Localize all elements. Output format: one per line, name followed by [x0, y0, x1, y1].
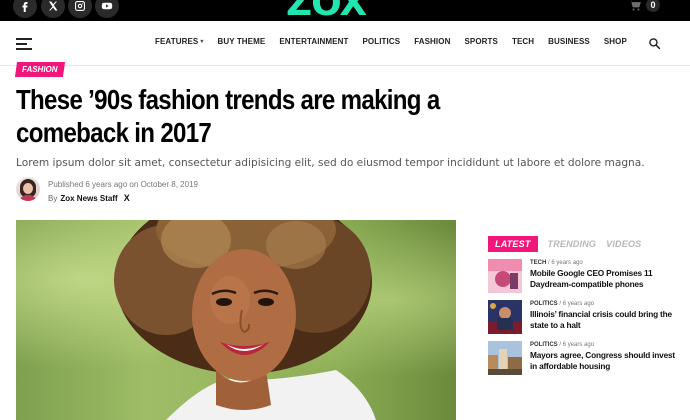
list-item[interactable]: POLITICS / 6 years ago Mayors agree, Con…	[488, 341, 678, 375]
post-meta: POLITICS / 6 years ago	[530, 301, 595, 307]
author-x-icon[interactable]: X	[124, 193, 130, 203]
nav-item-sports[interactable]: SPORTS	[464, 37, 498, 46]
post-thumbnail[interactable]	[488, 341, 522, 375]
site-logo[interactable]: ZOX	[286, 0, 367, 22]
nav-item-entertainment[interactable]: ENTERTAINMENT	[279, 37, 348, 46]
article-title: These ’90s fashion trends are making a c…	[16, 84, 440, 148]
sidebar-tabs: LATEST TRENDING VIDEOS	[488, 236, 641, 252]
facebook-icon[interactable]	[13, 0, 37, 18]
cart-icon[interactable]	[628, 0, 644, 14]
byline: By Zox News Staff X	[48, 193, 130, 203]
main-nav: FEATURES ▾ BUY THEME ENTERTAINMENT POLITI…	[0, 22, 690, 66]
category-badge[interactable]: FASHION	[14, 62, 65, 77]
featured-image	[16, 220, 456, 420]
top-bar: ZOX 0	[0, 0, 690, 22]
x-icon[interactable]	[41, 0, 65, 18]
tab-videos[interactable]: VIDEOS	[606, 239, 641, 249]
tab-trending[interactable]: TRENDING	[548, 239, 597, 249]
author-avatar[interactable]	[16, 177, 40, 201]
list-item[interactable]: TECH / 6 years ago Mobile Google CEO Pro…	[488, 259, 678, 293]
youtube-icon[interactable]	[95, 0, 119, 18]
nav-item-tech[interactable]: TECH	[512, 37, 534, 46]
nav-item-buy-theme[interactable]: BUY THEME	[217, 37, 265, 46]
post-meta: TECH / 6 years ago	[530, 260, 583, 266]
instagram-icon[interactable]	[68, 0, 92, 18]
menu-icon[interactable]	[16, 38, 32, 50]
post-title[interactable]: Mayors agree, Congress should invest in …	[530, 350, 680, 371]
nav-item-fashion[interactable]: FASHION	[414, 37, 450, 46]
nav-item-politics[interactable]: POLITICS	[362, 37, 400, 46]
post-title[interactable]: Illinois’ financial crisis could bring t…	[530, 309, 680, 330]
author-name[interactable]: Zox News Staff	[60, 194, 117, 203]
post-thumbnail[interactable]	[488, 300, 522, 334]
post-title[interactable]: Mobile Google CEO Promises 11 Daydream-c…	[530, 268, 680, 289]
published-date: October 8, 2019	[140, 180, 198, 189]
nav-item-features[interactable]: FEATURES ▾	[155, 37, 203, 46]
cart-count-badge: 0	[646, 0, 660, 12]
article-excerpt: Lorem ipsum dolor sit amet, consectetur …	[16, 157, 645, 169]
search-icon[interactable]	[648, 37, 662, 51]
nav-item-business[interactable]: BUSINESS	[548, 37, 590, 46]
tab-latest[interactable]: LATEST	[488, 236, 538, 252]
published-line: Published 6 years ago on October 8, 2019	[48, 180, 198, 189]
post-thumbnail[interactable]	[488, 259, 522, 293]
post-meta: POLITICS / 6 years ago	[530, 342, 595, 348]
chevron-down-icon: ▾	[200, 39, 204, 45]
nav-item-shop[interactable]: SHOP	[604, 37, 627, 46]
list-item[interactable]: POLITICS / 6 years ago Illinois’ financi…	[488, 300, 678, 334]
